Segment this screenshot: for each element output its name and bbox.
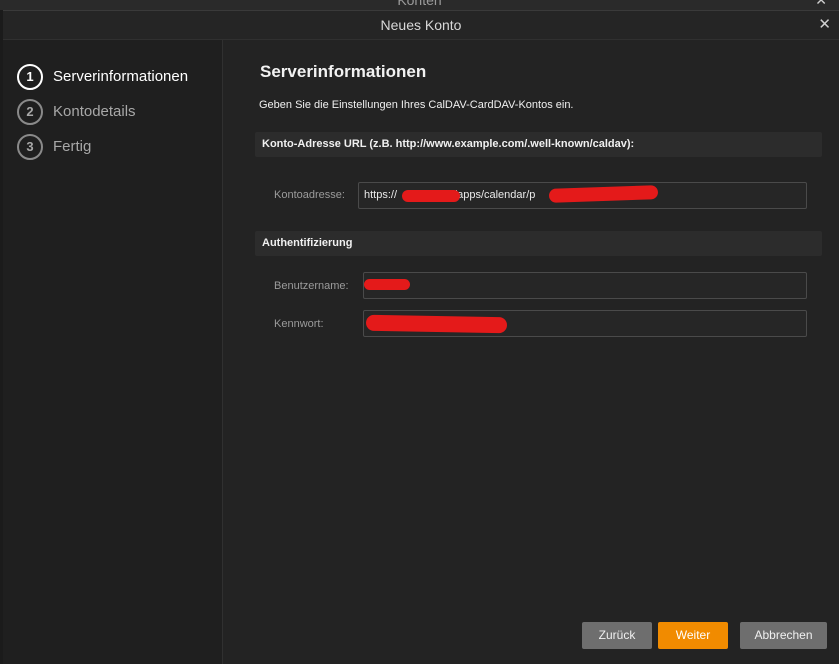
step-number: 2 [17,98,43,125]
wizard-steps-sidebar: 1 Serverinformationen 2 Kontodetails 3 F… [3,40,223,664]
background-titlebar: Konten ✕ [0,0,839,10]
address-middle: /apps/calendar/p [454,189,536,201]
step-label: Kontodetails [53,103,136,120]
background-window-title: Konten [397,0,442,8]
step-number: 1 [17,63,43,90]
dialog-titlebar: Neues Konto ✕ [3,11,839,40]
url-section-header: Konto-Adresse URL (z.B. http://www.examp… [255,132,822,157]
address-prefix: https:// [364,189,398,201]
step-kontodetails: 2 Kontodetails [3,94,222,129]
cancel-button[interactable]: Abbrechen [740,622,827,649]
background-close-icon[interactable]: ✕ [815,0,827,9]
account-address-label: Kontoadresse: [274,189,345,201]
auth-section-header: Authentifizierung [255,231,822,256]
username-label: Benutzername: [274,280,349,292]
new-account-dialog: Neues Konto ✕ 1 Serverinformationen 2 Ko… [3,10,839,664]
redaction-mark [548,185,659,203]
step-number: 3 [17,133,43,160]
account-address-input[interactable]: https:// /apps/calendar/p [358,182,807,209]
page-description: Geben Sie die Einstellungen Ihres CalDAV… [259,99,574,111]
password-input[interactable] [363,310,807,337]
next-button[interactable]: Weiter [658,622,728,649]
main-panel: Serverinformationen Geben Sie die Einste… [255,40,823,664]
redaction-mark [402,190,460,202]
back-button[interactable]: Zurück [582,622,652,649]
step-serverinformationen: 1 Serverinformationen [3,59,222,94]
password-label: Kennwort: [274,318,324,330]
step-label: Serverinformationen [53,68,189,85]
redaction-mark [364,279,410,290]
dialog-title: Neues Konto [380,17,462,33]
username-input[interactable] [363,272,807,299]
redaction-mark [365,314,508,334]
step-label: Fertig [53,138,92,155]
close-icon[interactable]: ✕ [818,11,831,39]
page-title: Serverinformationen [260,62,427,81]
step-fertig: 3 Fertig [3,129,222,164]
